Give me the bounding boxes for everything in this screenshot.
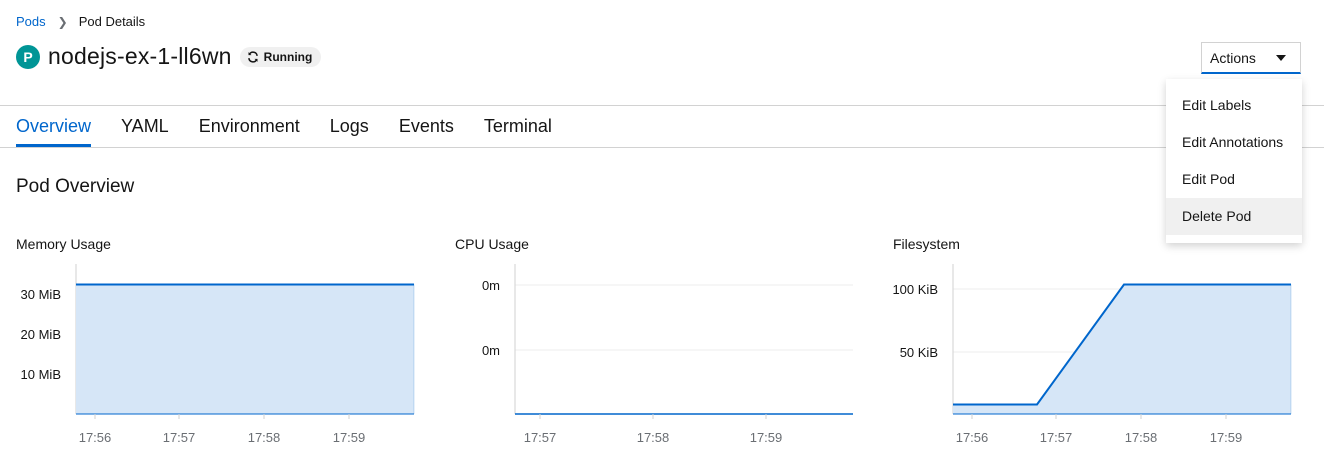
- filesystem-chart: 100 KiB 50 KiB 17:56 17:57 17:58 17:59: [892, 264, 1292, 445]
- x-tick-label: 17:58: [248, 430, 281, 445]
- page-header: P nodejs-ex-1-ll6wn Running: [16, 43, 322, 70]
- tab-terminal[interactable]: Terminal: [484, 106, 552, 147]
- memory-chart-title: Memory Usage: [16, 236, 111, 252]
- page-title: nodejs-ex-1-ll6wn: [48, 43, 232, 69]
- x-tick-label: 17:59: [1210, 430, 1243, 445]
- tab-environment[interactable]: Environment: [199, 106, 300, 147]
- x-tick-label: 17:57: [1040, 430, 1073, 445]
- x-tick-label: 17:57: [163, 430, 196, 445]
- x-tick-label: 17:57: [524, 430, 557, 445]
- x-tick-label: 17:59: [333, 430, 366, 445]
- tab-overview[interactable]: Overview: [16, 106, 92, 147]
- chevron-right-icon: ❯: [57, 14, 68, 29]
- sync-icon: [247, 50, 258, 63]
- actions-dropdown-button[interactable]: Actions: [1201, 42, 1301, 74]
- x-tick-label: 17:59: [750, 430, 783, 445]
- cpu-chart-title: CPU Usage: [455, 236, 529, 252]
- menu-item-edit-annotations[interactable]: Edit Annotations: [1166, 124, 1302, 161]
- actions-label: Actions: [1210, 49, 1256, 66]
- y-tick-label: 20 MiB: [21, 327, 61, 342]
- x-tick-label: 17:56: [956, 430, 989, 445]
- section-title: Pod Overview: [16, 176, 135, 197]
- menu-item-edit-pod[interactable]: Edit Pod: [1166, 161, 1302, 198]
- breadcrumb-pods-link[interactable]: Pods: [16, 14, 46, 29]
- x-tick-label: 17:56: [79, 430, 112, 445]
- filesystem-area: [953, 284, 1291, 414]
- y-tick-label: 10 MiB: [21, 367, 61, 382]
- y-tick-label: 100 KiB: [892, 282, 938, 297]
- y-tick-label: 50 KiB: [900, 345, 938, 360]
- menu-item-edit-labels[interactable]: Edit Labels: [1166, 87, 1302, 124]
- breadcrumb: Pods ❯ Pod Details: [16, 14, 145, 29]
- status-text: Running: [263, 49, 313, 64]
- pod-resource-badge: P: [16, 44, 40, 69]
- caret-down-icon: [1276, 54, 1286, 61]
- y-tick-label: 30 MiB: [21, 287, 61, 302]
- memory-area: [76, 284, 414, 414]
- memory-usage-chart: 10 MiB 20 MiB 30 MiB 17:56 17:57 17:58 1…: [21, 264, 415, 445]
- tab-yaml[interactable]: YAML: [121, 106, 169, 147]
- filesystem-chart-title: Filesystem: [893, 236, 960, 252]
- tab-events[interactable]: Events: [399, 106, 454, 147]
- tab-logs[interactable]: Logs: [330, 106, 369, 147]
- tabs-divider: [0, 147, 1324, 148]
- x-tick-label: 17:58: [1125, 430, 1158, 445]
- status-badge: Running: [239, 46, 322, 67]
- cpu-usage-chart: 0m 0m 17:57 17:58 17:59: [482, 264, 853, 445]
- y-tick-label: 0m: [482, 343, 500, 358]
- breadcrumb-current: Pod Details: [78, 14, 146, 29]
- x-tick-label: 17:58: [637, 430, 670, 445]
- y-tick-label: 0m: [482, 278, 500, 293]
- tab-bar: Overview YAML Environment Logs Events Te…: [16, 106, 582, 147]
- menu-item-delete-pod[interactable]: Delete Pod: [1166, 198, 1302, 235]
- actions-menu: Edit Labels Edit Annotations Edit Pod De…: [1166, 79, 1302, 243]
